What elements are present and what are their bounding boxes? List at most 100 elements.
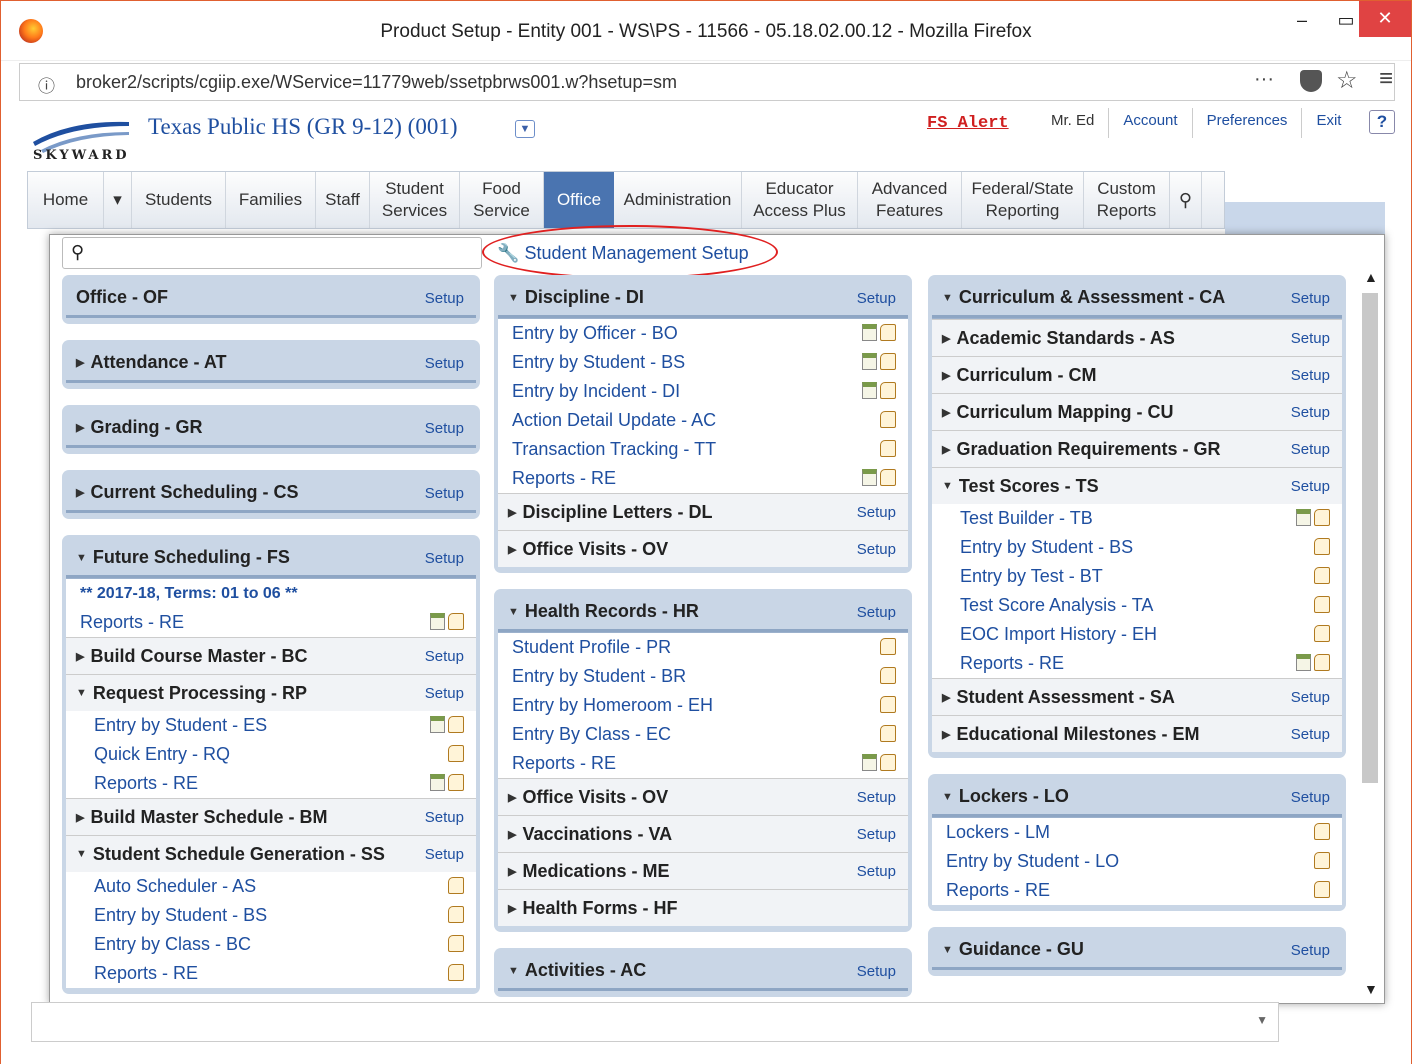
tab-students[interactable]: Students <box>132 172 226 228</box>
report-icon[interactable] <box>430 613 445 630</box>
tab-home-dropdown-icon[interactable]: ▾ <box>104 172 132 228</box>
menu-item[interactable]: EOC Import History - EH <box>932 620 1342 649</box>
setup-link[interactable]: Setup <box>425 485 464 502</box>
quick-link-icon[interactable] <box>448 906 464 923</box>
setup-link[interactable]: Setup <box>425 355 464 372</box>
setup-link[interactable]: Setup <box>1291 367 1330 384</box>
report-icon[interactable] <box>430 716 445 733</box>
subsection-build-master-schedule[interactable]: ▶ Build Master Schedule - BM Setup <box>66 798 476 835</box>
menu-item[interactable]: Entry by Officer - BO <box>498 319 908 348</box>
district-dropdown-icon[interactable]: ▼ <box>515 120 535 138</box>
setup-link[interactable]: Setup <box>425 420 464 437</box>
quick-link-icon[interactable] <box>880 754 896 771</box>
quick-link-icon[interactable] <box>1314 823 1330 840</box>
quick-link-icon[interactable] <box>1314 852 1330 869</box>
tab-staff[interactable]: Staff <box>316 172 370 228</box>
setup-link[interactable]: Setup <box>1291 290 1330 307</box>
tab-student-services[interactable]: Student Services <box>370 172 460 228</box>
address-bar[interactable]: ⓘ broker2/scripts/cgiip.exe/WService=117… <box>19 63 1395 101</box>
subsection-educational-milestones[interactable]: ▶ Educational Milestones - EM Setup <box>932 715 1342 752</box>
subsection-office-visits[interactable]: ▶ Office Visits - OV Setup <box>498 530 908 567</box>
menu-item[interactable]: Reports - RE <box>66 959 476 988</box>
hamburger-menu-icon[interactable]: ≡ <box>1379 65 1393 93</box>
quick-link-icon[interactable] <box>1314 881 1330 898</box>
setup-link[interactable]: Setup <box>857 290 896 307</box>
quick-link-icon[interactable] <box>1314 596 1330 613</box>
panel-future-scheduling-header[interactable]: ▼ Future Scheduling - FS Setup <box>66 540 476 578</box>
menu-item[interactable]: Entry by Incident - DI <box>498 377 908 406</box>
tab-families[interactable]: Families <box>226 172 316 228</box>
tab-federal-state-reporting[interactable]: Federal/State Reporting <box>962 172 1084 228</box>
setup-link[interactable]: Setup <box>1291 789 1330 806</box>
report-icon[interactable] <box>862 353 877 370</box>
report-icon[interactable] <box>1296 654 1311 671</box>
setup-link[interactable]: Setup <box>1291 689 1330 706</box>
setup-link[interactable]: Setup <box>857 826 896 843</box>
tab-home[interactable]: Home <box>28 172 104 228</box>
pocket-icon[interactable] <box>1300 70 1322 92</box>
subsection-curriculum[interactable]: ▶ Curriculum - CM Setup <box>932 356 1342 393</box>
scroll-down-icon[interactable]: ▼ <box>1364 981 1378 997</box>
close-button[interactable]: ✕ <box>1359 1 1411 37</box>
menu-item[interactable]: Entry by Student - BS <box>498 348 908 377</box>
setup-link[interactable]: Setup <box>425 846 464 863</box>
quick-link-icon[interactable] <box>880 411 896 428</box>
setup-link[interactable]: Setup <box>425 648 464 665</box>
setup-link[interactable]: Setup <box>857 541 896 558</box>
menu-item[interactable]: Reports - RE <box>66 608 476 637</box>
menu-item[interactable]: Test Builder - TB <box>932 504 1342 533</box>
panel-grading-header[interactable]: ▶ Grading - GR Setup <box>66 410 476 448</box>
subsection-student-assessment[interactable]: ▶ Student Assessment - SA Setup <box>932 678 1342 715</box>
tab-custom-reports[interactable]: Custom Reports <box>1084 172 1170 228</box>
report-icon[interactable] <box>862 754 877 771</box>
subsection-test-scores[interactable]: ▼ Test Scores - TS Setup <box>932 467 1342 504</box>
help-button[interactable]: ? <box>1369 110 1395 134</box>
vertical-scrollbar[interactable]: ▲ ▼ <box>1360 269 1380 999</box>
quick-link-icon[interactable] <box>448 964 464 981</box>
setup-link[interactable]: Setup <box>425 809 464 826</box>
fs-alert-link[interactable]: FS Alert <box>927 114 1009 133</box>
setup-link[interactable]: Setup <box>1291 404 1330 421</box>
panel-office-header[interactable]: Office - OF Setup <box>66 280 476 318</box>
setup-link[interactable]: Setup <box>425 685 464 702</box>
quick-link-icon[interactable] <box>880 725 896 742</box>
menu-item[interactable]: Reports - RE <box>66 769 476 798</box>
quick-link-icon[interactable] <box>448 745 464 762</box>
subsection-academic-standards[interactable]: ▶ Academic Standards - AS Setup <box>932 319 1342 356</box>
quick-link-icon[interactable] <box>448 716 464 733</box>
quick-link-icon[interactable] <box>448 613 464 630</box>
setup-link[interactable]: Setup <box>425 550 464 567</box>
account-link[interactable]: Account <box>1108 108 1191 138</box>
quick-link-icon[interactable] <box>880 440 896 457</box>
quick-link-icon[interactable] <box>880 638 896 655</box>
menu-item[interactable]: Auto Scheduler - AS <box>66 872 476 901</box>
menu-item[interactable]: Lockers - LM <box>932 818 1342 847</box>
subsection-health-forms[interactable]: ▶ Health Forms - HF <box>498 889 908 926</box>
panel-discipline-header[interactable]: ▼ Discipline - DI Setup <box>498 280 908 318</box>
quick-link-icon[interactable] <box>880 667 896 684</box>
menu-item[interactable]: Quick Entry - RQ <box>66 740 476 769</box>
subsection-graduation-requirements[interactable]: ▶ Graduation Requirements - GR Setup <box>932 430 1342 467</box>
url-text[interactable]: broker2/scripts/cgiip.exe/WService=11779… <box>76 72 677 93</box>
panel-guidance-header[interactable]: ▼ Guidance - GU Setup <box>932 932 1342 970</box>
tab-food-service[interactable]: Food Service <box>460 172 544 228</box>
subsection-medications[interactable]: ▶ Medications - ME Setup <box>498 852 908 889</box>
menu-item[interactable]: Entry by Student - BS <box>66 901 476 930</box>
panel-curriculum-header[interactable]: ▼ Curriculum & Assessment - CA Setup <box>932 280 1342 318</box>
report-icon[interactable] <box>862 382 877 399</box>
menu-item[interactable]: Reports - RE <box>932 649 1342 678</box>
tab-office[interactable]: Office <box>544 172 614 228</box>
report-icon[interactable] <box>430 774 445 791</box>
menu-item[interactable]: Entry by Student - ES <box>66 711 476 740</box>
subsection-discipline-letters[interactable]: ▶ Discipline Letters - DL Setup <box>498 493 908 530</box>
chevron-down-icon[interactable]: ▼ <box>1256 1013 1268 1027</box>
setup-link[interactable]: Setup <box>425 290 464 307</box>
subsection-vaccinations[interactable]: ▶ Vaccinations - VA Setup <box>498 815 908 852</box>
tab-advanced-features[interactable]: Advanced Features <box>858 172 962 228</box>
subsection-student-schedule-generation[interactable]: ▼ Student Schedule Generation - SS Setup <box>66 835 476 872</box>
menu-item[interactable]: Entry By Class - EC <box>498 720 908 749</box>
menu-item[interactable]: Reports - RE <box>932 876 1342 905</box>
setup-link[interactable]: Setup <box>1291 726 1330 743</box>
panel-current-scheduling-header[interactable]: ▶ Current Scheduling - CS Setup <box>66 475 476 513</box>
quick-link-icon[interactable] <box>1314 538 1330 555</box>
